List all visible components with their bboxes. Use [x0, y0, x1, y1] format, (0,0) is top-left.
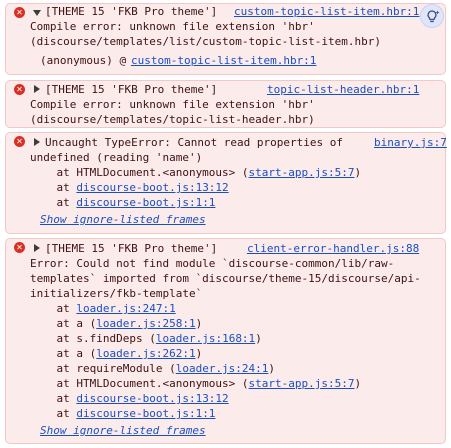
- anonymous-source-link[interactable]: custom-topic-list-item.hbr:1: [131, 53, 316, 68]
- stack-frame-link[interactable]: loader.js:262:1: [96, 347, 195, 360]
- entry-summary[interactable]: [THEME 15 'FKB Pro theme']: [45, 82, 217, 97]
- stack-frame: at a (loader.js:262:1): [30, 346, 202, 361]
- stack-frame-link[interactable]: discourse-boot.js:13:12: [76, 181, 228, 194]
- stack-frame-link[interactable]: discourse-boot.js:1:1: [76, 196, 215, 209]
- source-link[interactable]: custom-topic-list-item.hbr:1: [234, 4, 419, 19]
- message-line: Error: Could not find module `discourse-…: [30, 257, 395, 270]
- stack-frame-prefix: at: [30, 302, 77, 315]
- stack-frame-prefix: at: [30, 196, 77, 209]
- stack-frame: at discourse-boot.js:1:1: [30, 195, 215, 210]
- stack-frame: at s.findDeps (loader.js:168:1): [30, 331, 262, 346]
- message-line: Compile error: unknown file extension 'h…: [30, 20, 315, 33]
- console-error-entry: ✕ [THEME 15 'FKB Pro theme'] custom-topi…: [5, 3, 446, 75]
- error-icon: ✕: [14, 84, 25, 95]
- stack-frame-link[interactable]: loader.js:24:1: [176, 362, 269, 375]
- stack-frame-prefix: at: [30, 181, 77, 194]
- stack-frame-link[interactable]: discourse-boot.js:13:12: [76, 392, 228, 405]
- stack-frame-prefix: at: [30, 392, 77, 405]
- stack-frame-link[interactable]: discourse-boot.js:1:1: [76, 407, 215, 420]
- stack-frame-prefix: at a (: [30, 317, 97, 330]
- anonymous-prefix: (anonymous) @: [40, 54, 133, 67]
- stack-frame-prefix: at HTMLDocument.<anonymous> (: [30, 166, 249, 179]
- stack-frame-prefix: at a (: [30, 347, 97, 360]
- stack-frame-link[interactable]: start-app.js:5:7: [249, 166, 355, 179]
- message-line: (discourse/templates/list/custom-topic-l…: [30, 35, 381, 48]
- stack-frame: at a (loader.js:258:1): [30, 316, 202, 331]
- stack-frame-prefix: at requireModule (: [30, 362, 176, 375]
- triangle-down-icon[interactable]: [33, 10, 41, 16]
- stack-frame: at requireModule (loader.js:24:1): [30, 361, 275, 376]
- stack-frame-prefix: at HTMLDocument.<anonymous> (: [30, 377, 249, 390]
- message-line: Compile error: unknown file extension 'h…: [30, 98, 315, 111]
- message-line: templates` imported from `discourse/them…: [30, 272, 421, 285]
- entry-summary[interactable]: [THEME 15 'FKB Pro theme']: [45, 4, 217, 19]
- source-link[interactable]: topic-list-header.hbr:1: [267, 82, 419, 97]
- error-icon: ✕: [14, 242, 25, 253]
- stack-frame: at HTMLDocument.<anonymous> (start-app.j…: [30, 165, 361, 180]
- stack-frame-suffix: ): [255, 332, 262, 345]
- devtools-console: ✕ [THEME 15 'FKB Pro theme'] custom-topi…: [0, 0, 451, 448]
- stack-frame-suffix: ): [354, 166, 362, 179]
- triangle-right-icon[interactable]: [34, 85, 40, 93]
- error-icon: ✕: [14, 136, 25, 147]
- stack-frame: at discourse-boot.js:13:12: [30, 180, 228, 195]
- entry-summary[interactable]: Uncaught TypeError: Cannot read properti…: [45, 135, 343, 150]
- stack-frame: at discourse-boot.js:1:1: [30, 406, 215, 421]
- message-line: (discourse/templates/topic-list-header.h…: [30, 113, 315, 126]
- stack-frame-link[interactable]: start-app.js:5:7: [249, 377, 355, 390]
- error-icon: ✕: [14, 7, 25, 18]
- ai-insights-button[interactable]: [420, 4, 444, 28]
- stack-frame-prefix: at: [30, 407, 77, 420]
- source-link[interactable]: binary.js:7: [374, 135, 447, 150]
- stack-frame-link[interactable]: loader.js:258:1: [96, 317, 195, 330]
- stack-frame-suffix: ): [195, 347, 203, 360]
- source-link[interactable]: client-error-handler.js:88: [247, 241, 419, 256]
- stack-frame: at HTMLDocument.<anonymous> (start-app.j…: [30, 376, 361, 391]
- stack-frame-link[interactable]: loader.js:168:1: [156, 332, 255, 345]
- console-error-entry: ✕ [THEME 15 'FKB Pro theme'] topic-list-…: [5, 80, 446, 128]
- stack-frame: at loader.js:247:1: [30, 301, 175, 316]
- show-ignore-listed-frames-link[interactable]: Show ignore-listed frames: [40, 423, 206, 438]
- show-ignore-listed-frames-link[interactable]: Show ignore-listed frames: [40, 212, 206, 227]
- console-error-entry: ✕ Uncaught TypeError: Cannot read proper…: [5, 132, 447, 234]
- message-line: initializers/fkb-template`: [30, 287, 203, 300]
- triangle-right-icon[interactable]: [34, 244, 40, 252]
- console-error-entry: ✕ [THEME 15 'FKB Pro theme'] client-erro…: [5, 238, 446, 444]
- ai-lightbulb-icon: [427, 10, 440, 23]
- stack-frame-suffix: ): [268, 362, 276, 375]
- stack-frame-link[interactable]: loader.js:247:1: [76, 302, 175, 315]
- message-line: undefined (reading 'name'): [30, 151, 203, 164]
- triangle-right-icon[interactable]: [34, 138, 40, 146]
- stack-frame: at discourse-boot.js:13:12: [30, 391, 228, 406]
- stack-frame-prefix: at s.findDeps (: [30, 332, 156, 345]
- stack-frame-suffix: ): [195, 317, 203, 330]
- entry-summary[interactable]: [THEME 15 'FKB Pro theme']: [45, 241, 217, 256]
- stack-frame-suffix: ): [354, 377, 362, 390]
